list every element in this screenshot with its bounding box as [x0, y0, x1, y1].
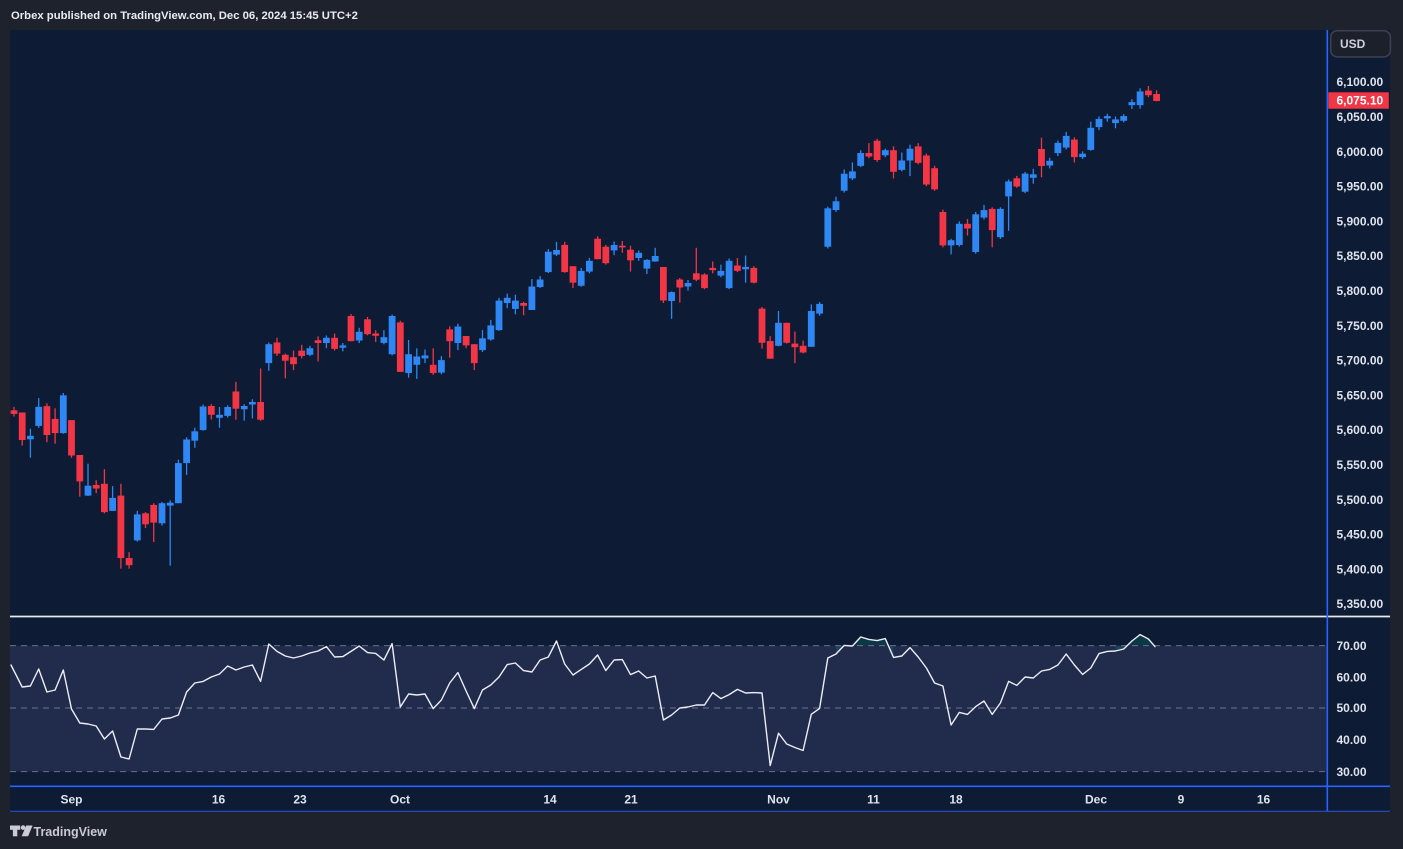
svg-text:16: 16: [1257, 793, 1271, 807]
svg-text:USD: USD: [1340, 37, 1366, 51]
svg-text:5,450.00: 5,450.00: [1337, 528, 1384, 542]
svg-text:5,600.00: 5,600.00: [1337, 423, 1384, 437]
svg-text:6,100.00: 6,100.00: [1337, 75, 1384, 89]
svg-text:TradingView: TradingView: [34, 825, 108, 839]
svg-text:5,650.00: 5,650.00: [1337, 388, 1384, 402]
svg-text:Nov: Nov: [767, 793, 790, 807]
svg-text:Oct: Oct: [390, 793, 410, 807]
svg-text:18: 18: [949, 793, 963, 807]
svg-text:5,900.00: 5,900.00: [1337, 214, 1384, 228]
svg-text:16: 16: [212, 793, 226, 807]
svg-text:6,000.00: 6,000.00: [1337, 145, 1384, 159]
svg-text:5,700.00: 5,700.00: [1337, 354, 1384, 368]
svg-text:40.00: 40.00: [1337, 733, 1367, 747]
svg-text:21: 21: [624, 793, 638, 807]
svg-text:5,550.00: 5,550.00: [1337, 458, 1384, 472]
svg-text:11: 11: [867, 793, 880, 807]
svg-text:5,850.00: 5,850.00: [1337, 249, 1384, 263]
svg-text:60.00: 60.00: [1337, 670, 1367, 684]
svg-text:Orbex published on TradingView: Orbex published on TradingView.com, Dec …: [11, 10, 358, 22]
svg-text:9: 9: [1178, 793, 1185, 807]
svg-text:6,050.00: 6,050.00: [1337, 110, 1384, 124]
svg-text:5,350.00: 5,350.00: [1337, 597, 1384, 611]
svg-text:50.00: 50.00: [1337, 701, 1367, 715]
svg-text:5,950.00: 5,950.00: [1337, 180, 1384, 194]
svg-text:Dec: Dec: [1085, 793, 1107, 807]
svg-text:23: 23: [293, 793, 307, 807]
svg-text:Sep: Sep: [60, 793, 82, 807]
svg-text:30.00: 30.00: [1337, 765, 1367, 779]
svg-text:70.00: 70.00: [1337, 639, 1367, 653]
svg-text:5,750.00: 5,750.00: [1337, 319, 1384, 333]
svg-text:5,800.00: 5,800.00: [1337, 284, 1384, 298]
svg-text:6,075.10: 6,075.10: [1337, 94, 1384, 108]
svg-text:5,500.00: 5,500.00: [1337, 493, 1384, 507]
svg-text:5,400.00: 5,400.00: [1337, 562, 1384, 576]
svg-text:14: 14: [543, 793, 557, 807]
